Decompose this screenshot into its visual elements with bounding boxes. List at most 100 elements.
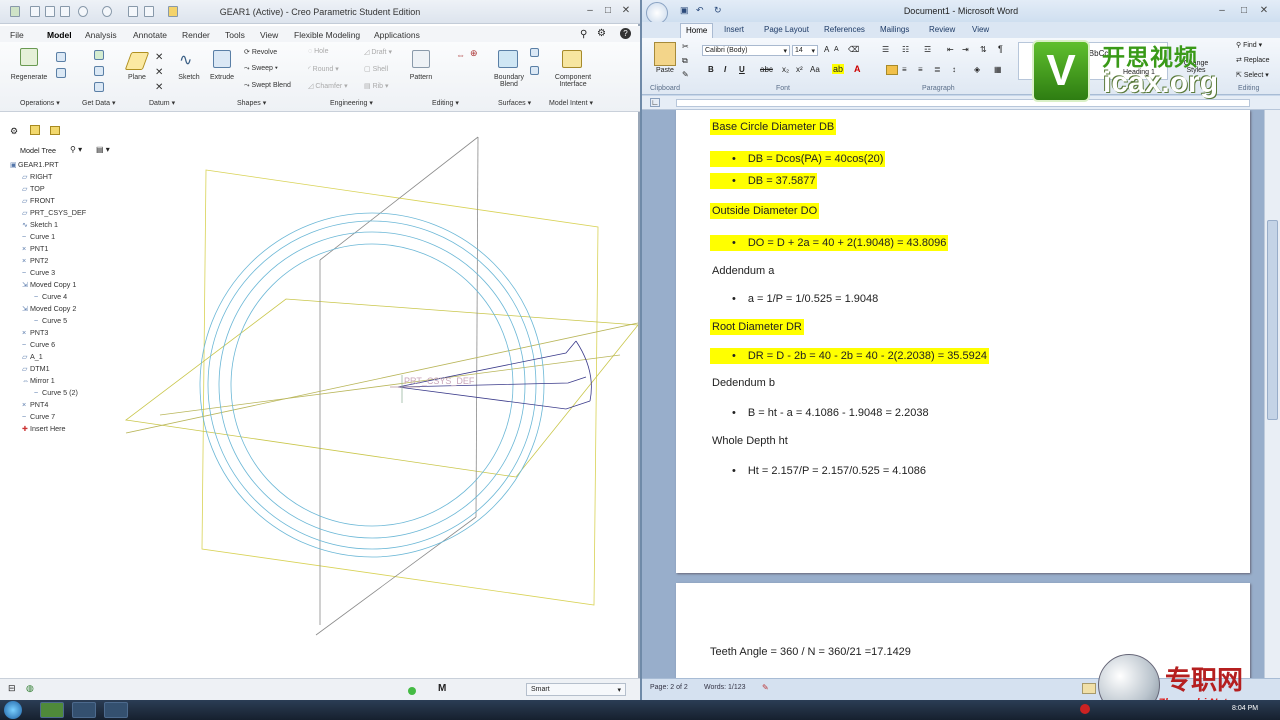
select-button[interactable]: ⇱ Select ▾: [1236, 71, 1269, 79]
grow-font-icon[interactable]: A: [824, 45, 829, 54]
group-model-intent[interactable]: Model Intent ▾: [549, 99, 593, 107]
ruler-bar[interactable]: [676, 99, 1250, 107]
word-close-button[interactable]: ✕: [1256, 5, 1272, 16]
revolve-button[interactable]: ⟳ Revolve: [244, 48, 277, 56]
tab-annotate[interactable]: Annotate: [133, 30, 167, 40]
tree-item[interactable]: ▣GEAR1.PRT: [10, 160, 59, 169]
tab-view[interactable]: View: [260, 30, 278, 40]
tree-item[interactable]: ~ Curve 5 (2): [34, 388, 78, 397]
page-2[interactable]: Teeth Angle = 360 / N = 360/21 =17.1429: [676, 583, 1250, 678]
change-case-button[interactable]: Aa: [810, 65, 820, 74]
user-defined-feature-icon[interactable]: [94, 50, 104, 60]
strikethrough-button[interactable]: abc: [760, 65, 773, 74]
taskbar-explorer-icon[interactable]: [72, 702, 96, 718]
group-datum[interactable]: Datum ▾: [149, 99, 175, 107]
selection-filter-icon[interactable]: M: [438, 683, 446, 694]
tab-file[interactable]: File: [10, 30, 24, 40]
document-area[interactable]: Base Circle Diameter DB • DB = Dcos(PA) = …: [642, 110, 1264, 678]
datum-point-icon[interactable]: ✕: [155, 67, 163, 78]
tree-item[interactable]: ⇔Mirror 1: [22, 376, 55, 385]
align-right-button[interactable]: ≡: [918, 65, 923, 74]
clear-format-icon[interactable]: ⌫: [848, 45, 859, 54]
round-button[interactable]: ◜ Round ▾: [308, 65, 339, 73]
scroll-thumb[interactable]: [1267, 220, 1278, 420]
show-formatting-icon[interactable]: ¶: [998, 44, 1003, 54]
word-maximize-button[interactable]: □: [1236, 5, 1252, 16]
tab-page-layout[interactable]: Page Layout: [764, 25, 809, 34]
font-size-select[interactable]: 14 ▾: [792, 45, 818, 56]
copy-geometry-icon[interactable]: [94, 66, 104, 76]
tree-item[interactable]: ⇲ Moved Copy 2: [22, 304, 76, 313]
component-interface-button[interactable]: Component Interface: [550, 74, 596, 88]
tab-render[interactable]: Render: [182, 30, 210, 40]
find-button[interactable]: ⚲ Find ▾: [1236, 41, 1262, 49]
tree-item[interactable]: × PNT1: [22, 244, 48, 253]
settings-icon[interactable]: ⚙: [597, 28, 606, 39]
copy-icon[interactable]: ⧉: [682, 56, 688, 66]
tree-settings-icon[interactable]: ⚙: [10, 126, 18, 137]
align-center-button[interactable]: ≡: [902, 65, 907, 74]
line-spacing-icon[interactable]: ↕: [952, 65, 956, 74]
tree-item[interactable]: ~ Curve 6: [22, 340, 55, 349]
help-icon[interactable]: ?: [620, 28, 631, 39]
minimize-button[interactable]: –: [582, 5, 598, 16]
tab-flexible-modeling[interactable]: Flexible Modeling: [294, 30, 360, 40]
tab-view[interactable]: View: [972, 25, 989, 34]
cut-icon[interactable]: ✂: [682, 42, 689, 51]
font-color-icon[interactable]: A: [854, 64, 861, 74]
folder-browser-icon[interactable]: [30, 125, 40, 135]
tab-model[interactable]: Model: [47, 30, 72, 40]
paste-icon[interactable]: [654, 42, 676, 66]
superscript-button[interactable]: x²: [796, 65, 803, 74]
print-layout-view-icon[interactable]: [1082, 683, 1096, 694]
tab-selector-icon[interactable]: ∟: [650, 98, 660, 107]
boundary-blend-button[interactable]: Boundary Blend: [488, 74, 530, 88]
font-name-select[interactable]: Calibri (Body) ▾: [702, 45, 790, 56]
browser-icon[interactable]: ◍: [26, 683, 34, 694]
plane-icon[interactable]: [124, 52, 150, 70]
tree-item[interactable]: ▱ PRT_CSYS_DEF: [22, 208, 86, 217]
sketch-icon[interactable]: ∿: [179, 50, 192, 70]
maximize-button[interactable]: □: [600, 5, 616, 16]
tab-review[interactable]: Review: [929, 25, 955, 34]
shading-icon[interactable]: ◈: [974, 65, 980, 74]
extrude-icon[interactable]: [213, 50, 231, 68]
tree-item[interactable]: × PNT3: [22, 328, 48, 337]
csys-icon[interactable]: ✕: [155, 82, 163, 93]
selection-filter-select[interactable]: Smart ▾: [526, 683, 626, 696]
search-icon[interactable]: ⚲: [580, 29, 587, 40]
mirror-icon[interactable]: ⇔: [456, 50, 465, 60]
group-operations[interactable]: Operations ▾: [20, 99, 60, 107]
format-painter-icon[interactable]: ✎: [682, 70, 689, 79]
rib-button[interactable]: ▤ Rib ▾: [364, 82, 389, 90]
bullets-icon[interactable]: ☰: [882, 45, 889, 54]
swept-blend-button[interactable]: ⤳ Swept Blend: [244, 82, 291, 90]
style-icon[interactable]: [530, 66, 539, 75]
tree-item[interactable]: ∿ Sketch 1: [22, 220, 58, 229]
subscript-button[interactable]: x₂: [782, 65, 789, 74]
shrink-font-icon[interactable]: A: [834, 46, 839, 53]
tree-item[interactable]: × PNT4: [22, 400, 48, 409]
tab-tools[interactable]: Tools: [225, 30, 245, 40]
taskbar-word-icon[interactable]: [104, 702, 128, 718]
replace-button[interactable]: ⇄ Replace: [1236, 56, 1270, 64]
tree-item[interactable]: ✚ Insert Here: [22, 424, 66, 433]
close-button[interactable]: ✕: [618, 5, 634, 16]
regenerate-button[interactable]: Regenerate: [6, 74, 52, 81]
tree-item[interactable]: ~ Curve 7: [22, 412, 55, 421]
page-count[interactable]: Page: 2 of 2: [650, 684, 688, 691]
multilevel-list-icon[interactable]: ☲: [924, 45, 931, 54]
favorites-icon[interactable]: [50, 126, 60, 135]
sweep-button[interactable]: ⤳ Sweep ▾: [244, 65, 278, 73]
chamfer-button[interactable]: ◿ Chamfer ▾: [308, 82, 348, 90]
taskbar-creo-icon[interactable]: [40, 702, 64, 718]
tree-item[interactable]: ~ Curve 3: [22, 268, 55, 277]
navigator-icon[interactable]: ⊟: [8, 683, 16, 694]
tree-item[interactable]: ~ Curve 4: [34, 292, 67, 301]
tab-insert[interactable]: Insert: [724, 25, 744, 34]
paste-button[interactable]: Paste: [656, 67, 674, 74]
tree-filter-icon[interactable]: ⚲ ▾: [70, 145, 82, 154]
tree-item[interactable]: ▱ TOP: [22, 184, 45, 193]
increase-indent-icon[interactable]: ⇥: [962, 45, 969, 54]
word-count[interactable]: Words: 1/123: [704, 684, 746, 691]
